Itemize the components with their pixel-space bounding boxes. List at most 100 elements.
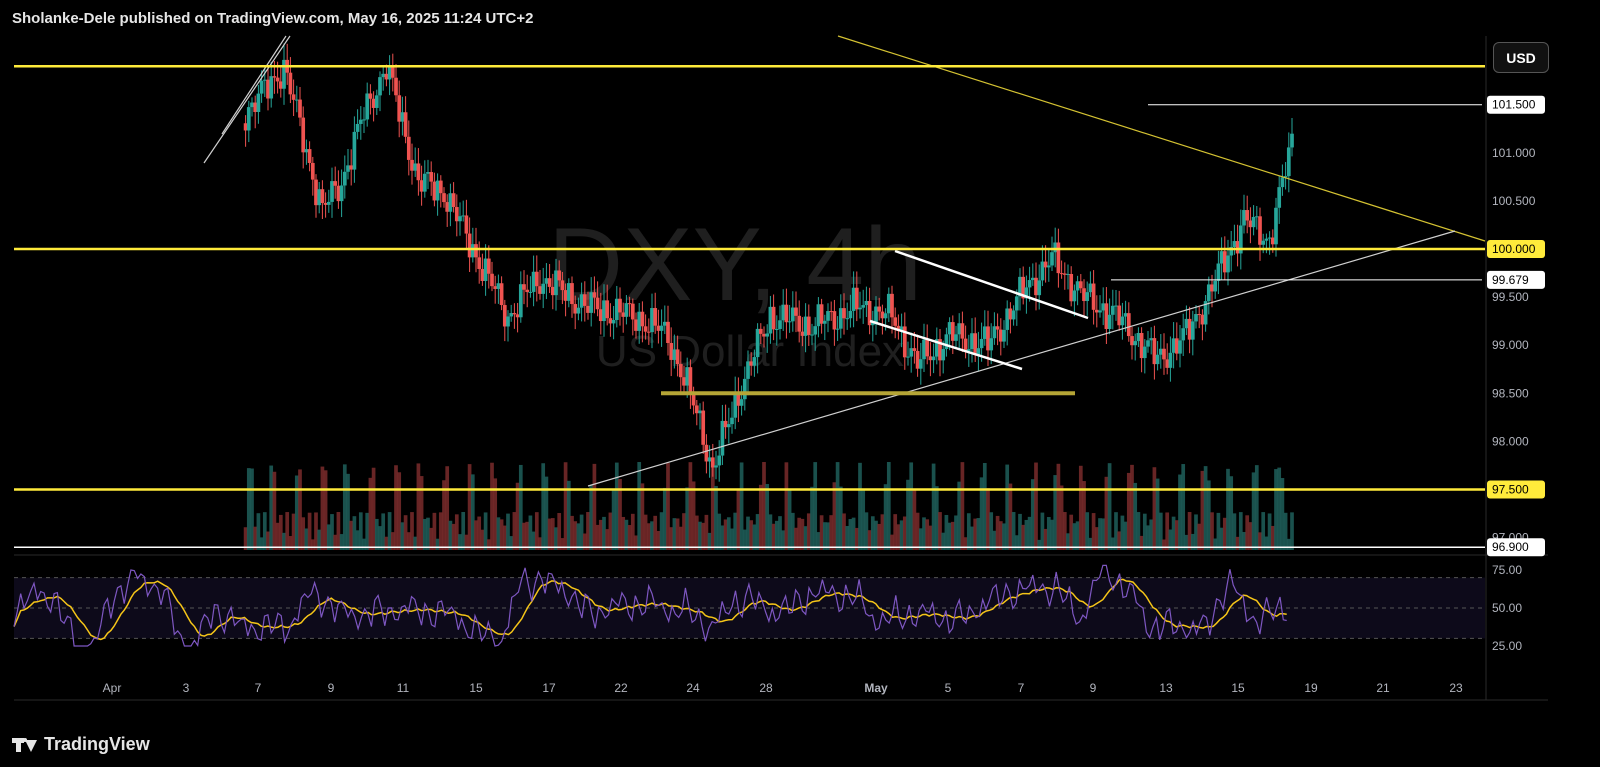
time-tick-label: 17 bbox=[542, 681, 556, 695]
volume-bar bbox=[397, 472, 402, 550]
volume-bar bbox=[362, 538, 366, 550]
volume-bar bbox=[512, 512, 517, 550]
volume-bar bbox=[685, 487, 690, 550]
volume-bar bbox=[1034, 462, 1038, 550]
volume-bar bbox=[448, 520, 453, 550]
volume-bar bbox=[864, 512, 869, 550]
volume-bar bbox=[675, 518, 680, 550]
volume-bar bbox=[1120, 515, 1125, 550]
volume-bar bbox=[336, 512, 341, 550]
volume-bar bbox=[1002, 523, 1006, 550]
volume-bar bbox=[704, 514, 709, 550]
volume-bar bbox=[323, 470, 328, 550]
volume-bar bbox=[848, 519, 853, 550]
volume-bar bbox=[550, 518, 555, 550]
volume-bar bbox=[768, 514, 773, 550]
volume-bar bbox=[291, 513, 296, 550]
volume-bar bbox=[976, 518, 981, 550]
volume-bar bbox=[733, 512, 738, 550]
volume-bar bbox=[909, 462, 914, 550]
volume-bar bbox=[486, 539, 491, 550]
volume-bar bbox=[813, 462, 818, 550]
volume-bar bbox=[800, 518, 805, 550]
volume-bar bbox=[758, 484, 763, 550]
volume-bar bbox=[717, 513, 722, 550]
time-tick-label: 9 bbox=[328, 681, 335, 695]
volume-bar bbox=[902, 516, 907, 550]
volume-bar bbox=[346, 473, 350, 550]
price-tick-label: 101.000 bbox=[1492, 146, 1536, 160]
volume-bar bbox=[1101, 518, 1106, 550]
volume-bar bbox=[691, 481, 696, 550]
volume-bar bbox=[326, 524, 331, 550]
volume-bar bbox=[624, 519, 629, 550]
volume-bar bbox=[342, 464, 347, 550]
volume-bar bbox=[1187, 512, 1192, 550]
volume-bar bbox=[672, 518, 677, 550]
volume-bar bbox=[643, 514, 648, 550]
volume-bar bbox=[1222, 517, 1227, 550]
volume-bar bbox=[1174, 520, 1179, 550]
volume-bar bbox=[275, 522, 280, 550]
brand-label: TradingView bbox=[44, 734, 150, 754]
volume-bar bbox=[272, 471, 277, 550]
volume-bar bbox=[1133, 482, 1138, 550]
volume-bar bbox=[410, 512, 414, 550]
volume-bar bbox=[1261, 512, 1266, 550]
volume-bar bbox=[896, 524, 901, 550]
volume-bar bbox=[637, 462, 642, 550]
volume-bar bbox=[611, 489, 616, 550]
rsi-tick-label: 50.00 bbox=[1492, 601, 1522, 615]
volume-bar bbox=[851, 517, 856, 550]
volume-bar bbox=[502, 525, 507, 550]
volume-bar bbox=[989, 512, 994, 550]
volume-bar bbox=[614, 462, 619, 550]
volume-bar bbox=[1130, 464, 1134, 550]
volume-bar bbox=[416, 463, 421, 550]
time-tick-label: 28 bbox=[759, 681, 773, 695]
volume-bar bbox=[595, 524, 600, 550]
tradingview-brand[interactable]: TradingView bbox=[12, 734, 150, 755]
volume-bar bbox=[650, 521, 654, 550]
time-tick-label: May bbox=[864, 681, 888, 695]
volume-bar bbox=[301, 517, 306, 550]
volume-bar bbox=[403, 515, 408, 550]
volume-bar bbox=[579, 514, 584, 550]
volume-bar bbox=[557, 513, 562, 550]
volume-bar bbox=[381, 513, 386, 550]
price-tick-label: 98.500 bbox=[1492, 386, 1529, 400]
volume-bar bbox=[752, 524, 757, 550]
volume-bar bbox=[934, 486, 939, 550]
volume-bar bbox=[451, 523, 456, 550]
time-tick-label: 15 bbox=[1231, 681, 1245, 695]
volume-bar bbox=[858, 462, 862, 550]
volume-bar bbox=[400, 522, 405, 550]
volume-bar bbox=[1104, 476, 1109, 550]
volume-bar bbox=[1040, 512, 1045, 550]
volume-bar bbox=[522, 522, 526, 550]
volume-bar bbox=[1082, 481, 1086, 550]
volume-bar bbox=[861, 488, 866, 550]
volume-bar bbox=[435, 538, 440, 550]
volume-bar bbox=[797, 517, 802, 550]
time-tick-label: 11 bbox=[397, 681, 410, 695]
volume-bar bbox=[762, 462, 766, 550]
volume-bar bbox=[874, 520, 878, 550]
volume-bar bbox=[1197, 523, 1202, 550]
volume-bar bbox=[422, 518, 427, 550]
volume-bar bbox=[1114, 512, 1118, 550]
volume-bar bbox=[662, 487, 667, 550]
volume-bar bbox=[1248, 522, 1253, 550]
volume-bar bbox=[966, 513, 971, 550]
volume-bar bbox=[1107, 463, 1112, 550]
volume-bar bbox=[499, 519, 504, 550]
tradingview-logo-icon bbox=[12, 736, 38, 754]
volume-bar bbox=[461, 512, 466, 550]
volume-bar bbox=[547, 518, 552, 550]
volume-bar bbox=[870, 516, 875, 550]
volume-bar bbox=[352, 516, 357, 550]
volume-bar bbox=[950, 521, 955, 550]
chart-svg[interactable]: DXY, 4h US Dollar Index 75.0050.0025.00 … bbox=[0, 0, 1600, 767]
currency-button[interactable]: USD bbox=[1493, 42, 1549, 73]
volume-bar bbox=[378, 526, 382, 550]
